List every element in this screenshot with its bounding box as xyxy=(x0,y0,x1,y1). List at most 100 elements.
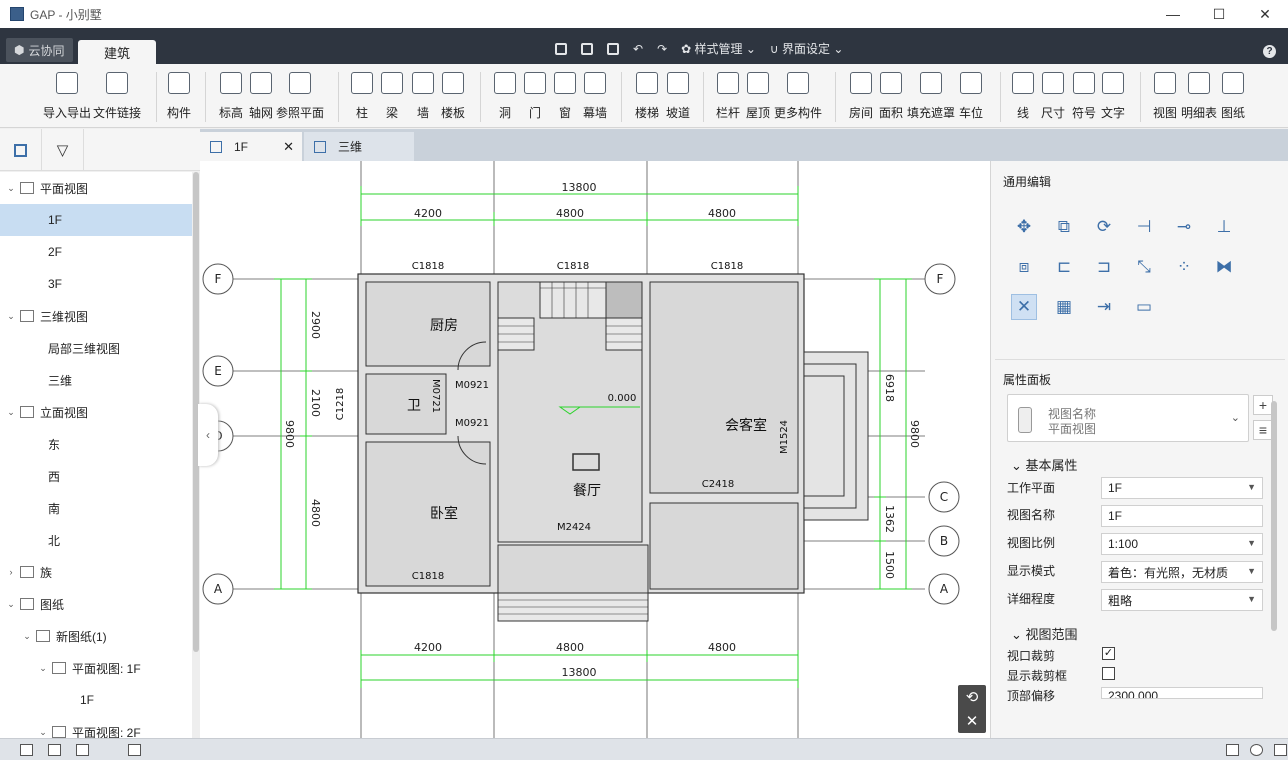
tree-item[interactable]: ⌄ 立面视图 xyxy=(0,396,192,428)
trim-icon[interactable]: ⊏ xyxy=(1051,254,1077,280)
split-icon[interactable]: ⊥ xyxy=(1211,214,1237,240)
tab-3d[interactable]: 三维 xyxy=(304,132,414,161)
tab-1f[interactable]: 1F ✕ xyxy=(200,132,302,161)
status-circle-icon[interactable] xyxy=(1250,744,1263,756)
tag-m0921-1: M0921 xyxy=(455,380,489,391)
delete-icon[interactable]: ✕ xyxy=(1011,294,1037,320)
tree-item[interactable]: ⌄ 新图纸(1) xyxy=(0,620,192,652)
chevron-down-icon[interactable]: ⌄ xyxy=(22,631,32,642)
tree-item[interactable]: 2F xyxy=(0,236,192,268)
scale-select[interactable]: 1:100 ▼ xyxy=(1101,533,1263,555)
add-type-button[interactable]: + xyxy=(1253,395,1273,415)
ribbon-floor-button[interactable]: 楼板 xyxy=(423,72,483,121)
ribbon-ref-plane-button[interactable]: 参照平面 xyxy=(270,72,330,121)
detail-level-select[interactable]: 粗略 ▼ xyxy=(1101,589,1263,611)
tree-item[interactable]: 3F xyxy=(0,268,192,300)
view-name-input[interactable]: 1F xyxy=(1101,505,1263,527)
chevron-right-icon[interactable]: › xyxy=(6,567,16,577)
pin-icon[interactable]: ⇥ xyxy=(1091,294,1117,320)
props-scrollbar[interactable] xyxy=(1271,401,1277,631)
tree-item[interactable]: 东 xyxy=(0,428,192,460)
group-icon[interactable]: ⁘ xyxy=(1171,254,1197,280)
mirror-icon[interactable]: ⧓ xyxy=(1211,254,1237,280)
tree-item[interactable]: › 族 xyxy=(0,556,192,588)
scale-icon[interactable]: ⤡ xyxy=(1131,254,1157,280)
work-plane-select[interactable]: 1F ▼ xyxy=(1101,477,1263,499)
view-range-group[interactable]: ⌄ 视图范围 xyxy=(1011,624,1078,643)
ribbon-label: 文件链接 xyxy=(92,106,141,120)
show-crop-checkbox[interactable] xyxy=(1102,667,1115,680)
tree-item[interactable]: 北 xyxy=(0,524,192,556)
chevron-down-icon[interactable]: ⌄ xyxy=(38,727,48,738)
settings-small-icon[interactable] xyxy=(1274,744,1287,756)
tree-item-label: 平面视图: 2F xyxy=(72,725,141,739)
ui-settings-button[interactable]: ∪ 界面设定 ⌄ xyxy=(770,40,844,57)
extend-icon[interactable]: ⊐ xyxy=(1091,254,1117,280)
filter-button[interactable]: ▽ xyxy=(42,129,84,171)
minimize-button[interactable]: — xyxy=(1150,0,1196,28)
layout-split-icon[interactable] xyxy=(48,744,61,756)
table-icon[interactable] xyxy=(128,744,141,756)
tree-item[interactable]: 局部三维视图 xyxy=(0,332,192,364)
help-icon[interactable]: ? xyxy=(1263,45,1276,58)
display-mode-select[interactable]: 着色：有光照，无材质 ▼ xyxy=(1101,561,1263,583)
tree-item[interactable]: ⌄ 平面视图: 2F xyxy=(0,716,192,738)
crop-checkbox[interactable]: ✓ xyxy=(1102,647,1115,660)
ribbon-more-components-button[interactable]: 更多构件 xyxy=(768,72,828,121)
ribbon-file-link-button[interactable]: 文件链接 xyxy=(87,72,147,121)
tab-architecture[interactable]: 建筑 xyxy=(78,40,156,64)
rotate-icon[interactable]: ⟳ xyxy=(1091,214,1117,240)
panel-toggle-icon[interactable] xyxy=(1226,744,1239,756)
tree-item-label: 1F xyxy=(48,213,63,227)
measure-icon[interactable]: ▭ xyxy=(1131,294,1157,320)
tree-item[interactable]: 三维 xyxy=(0,364,192,396)
project-browser-button[interactable] xyxy=(0,129,42,171)
tree-item[interactable]: ⌄ 三维视图 xyxy=(0,300,192,332)
chevron-down-icon[interactable]: ⌄ xyxy=(6,311,16,322)
rotate-view-icon[interactable]: ⟲ xyxy=(966,688,979,706)
ribbon-sheet-button[interactable]: 图纸 xyxy=(1203,72,1263,121)
collapse-left-panel-button[interactable]: ‹ xyxy=(198,404,218,466)
align-icon[interactable]: ⊣ xyxy=(1131,214,1157,240)
tree-item[interactable]: 1F xyxy=(0,684,192,716)
chevron-down-icon[interactable]: ⌄ xyxy=(38,663,48,674)
ribbon-component-button[interactable]: 构件 xyxy=(149,72,209,121)
view-type-selector[interactable]: 视图名称 平面视图 ⌄ xyxy=(1007,394,1249,442)
layout-quad-icon[interactable] xyxy=(76,744,89,756)
edit-type-button[interactable]: ≡ xyxy=(1253,420,1273,440)
new-file-icon[interactable] xyxy=(555,42,567,55)
style-mgmt-button[interactable]: ✿ 样式管理 ⌄ xyxy=(681,40,756,57)
tree-item[interactable]: 1F xyxy=(0,204,192,236)
maximize-button[interactable]: ☐ xyxy=(1196,0,1242,28)
tree-item[interactable]: ⌄ 平面视图: 1F xyxy=(0,652,192,684)
ribbon-text-button[interactable]: 文字 xyxy=(1083,72,1143,121)
close-tab-icon[interactable]: ✕ xyxy=(283,139,294,155)
tree-item[interactable]: 南 xyxy=(0,492,192,524)
redo-icon[interactable]: ↷ xyxy=(657,42,667,56)
tab-cloud-collab[interactable]: ⬢ 云协同 xyxy=(6,38,73,62)
dim-left-a: 2900 xyxy=(309,311,322,339)
chevron-down-icon[interactable]: ⌄ xyxy=(6,599,16,610)
move-icon[interactable]: ✥ xyxy=(1011,214,1037,240)
copy-icon[interactable]: ⧉ xyxy=(1051,214,1077,240)
tree-item[interactable]: 西 xyxy=(0,460,192,492)
array-icon[interactable]: ⧈ xyxy=(1011,254,1037,280)
tree-item[interactable]: ⌄ 图纸 xyxy=(0,588,192,620)
ribbon-curtain-wall-button[interactable]: 幕墙 xyxy=(565,72,625,121)
chevron-down-icon[interactable]: ⌄ xyxy=(6,183,16,194)
close-float-icon[interactable]: ✕ xyxy=(966,712,979,730)
tree-item[interactable]: ⌄ 平面视图 xyxy=(0,172,192,204)
tab-3d-label: 三维 xyxy=(338,140,363,154)
layout-grid-icon[interactable] xyxy=(20,744,33,756)
3d-box-icon[interactable]: ▦ xyxy=(1051,294,1077,320)
ribbon-parking-button[interactable]: 车位 xyxy=(941,72,1001,121)
save-icon[interactable] xyxy=(607,42,619,55)
undo-icon[interactable]: ↶ xyxy=(633,42,643,56)
open-file-icon[interactable] xyxy=(581,42,593,55)
chevron-down-icon[interactable]: ⌄ xyxy=(6,407,16,418)
close-button[interactable]: ✕ xyxy=(1242,0,1288,28)
offset-icon[interactable]: ⊸ xyxy=(1171,214,1197,240)
drawing-canvas[interactable]: F E D A F C B A 13800 4200 4800 4800 420… xyxy=(200,161,990,738)
basic-props-group[interactable]: ⌄ 基本属性 xyxy=(1011,455,1078,474)
top-offset-input[interactable]: 2300.000 xyxy=(1101,687,1263,699)
